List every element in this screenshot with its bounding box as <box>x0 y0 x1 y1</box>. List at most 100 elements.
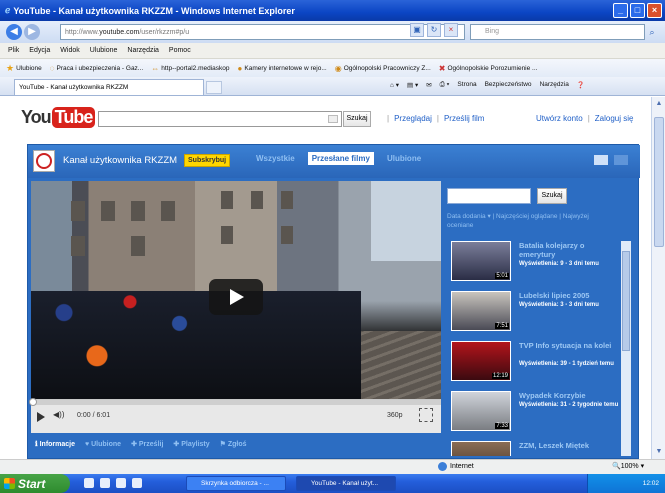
video-list: 5:01 Batalia kolejarzy o emerytury Wyświ… <box>445 241 631 456</box>
video-views: Wyświetlenia: 3 - 3 dni temu <box>519 302 599 308</box>
video-title[interactable]: ZZM, Leszek Miętek <box>519 441 619 450</box>
info-tab[interactable]: ℹ Informacje <box>35 440 75 448</box>
tab-all[interactable]: Wszystkie <box>256 154 295 165</box>
list-item[interactable]: 5:01 Batalia kolejarzy o emerytury Wyświ… <box>451 241 621 286</box>
page-scrollbar-thumb[interactable] <box>654 117 664 247</box>
video-thumbnail[interactable]: 7:33 <box>451 391 511 431</box>
tab-favorites[interactable]: Ulubione <box>387 154 421 165</box>
quicklaunch-icon[interactable] <box>116 478 126 488</box>
command-page[interactable]: Strona <box>457 81 476 89</box>
video-thumbnail[interactable]: 7:51 <box>451 291 511 331</box>
video-title[interactable]: Wypadek Korzybie <box>519 391 619 400</box>
feeds-icon[interactable]: ▤ ▾ <box>407 81 418 89</box>
playlist-action[interactable]: ✚ Playlisty <box>173 440 209 448</box>
menu-help[interactable]: Pomoc <box>169 47 191 54</box>
tab-uploads[interactable]: Przesłane filmy <box>307 152 374 165</box>
video-player[interactable] <box>31 181 441 399</box>
sign-in-link[interactable]: Zaloguj się <box>595 114 634 123</box>
menu-view[interactable]: Widok <box>60 47 79 54</box>
video-actions-bar: ℹ Informacje ♥ Ulubione ✚ Prześlij ✚ Pla… <box>31 433 441 455</box>
channel-header: Kanał użytkownika RKZZM Subskrybuj Wszys… <box>28 145 640 178</box>
list-item[interactable]: ZZM, Leszek Miętek <box>451 441 621 456</box>
search-icon[interactable]: ⌕ <box>645 24 659 40</box>
favorite-item[interactable]: ✖ Ogólnopolskie Porozumienie ... <box>439 64 538 73</box>
channel-search-input[interactable] <box>447 188 531 204</box>
browser-tab[interactable]: YouTube - Kanał użytkownika RKZZM <box>14 79 204 95</box>
favorite-action[interactable]: ♥ Ulubione <box>85 441 121 448</box>
quality-button[interactable]: 360p <box>387 412 403 419</box>
favorite-item[interactable]: ⇔ http--portal2.mediaskop <box>151 64 229 73</box>
command-tools[interactable]: Narzędzia <box>540 81 569 89</box>
search-input[interactable]: Bing <box>470 24 645 40</box>
mail-icon[interactable]: ✉ <box>426 81 431 89</box>
favorite-item[interactable]: ◌ Praca i ubezpieczenia - Gaz... <box>50 64 143 73</box>
yt-search-input[interactable] <box>98 111 342 127</box>
minimize-button[interactable]: _ <box>613 3 628 18</box>
video-thumbnail[interactable]: 5:01 <box>451 241 511 281</box>
create-account-link[interactable]: Utwórz konto <box>536 114 583 123</box>
list-scrollbar[interactable] <box>621 241 631 456</box>
yt-search-button[interactable]: Szukaj <box>343 111 371 127</box>
video-thumbnail[interactable]: 12:19 <box>451 341 511 381</box>
home-icon[interactable]: ⌂ ▾ <box>390 81 399 89</box>
start-button[interactable]: Start <box>0 474 70 493</box>
video-title[interactable]: Lubelski lipiec 2005 <box>519 291 619 300</box>
menu-file[interactable]: Plik <box>8 47 19 54</box>
taskbar-item-inbox[interactable]: Skrzynka odbiorcza - ... <box>186 476 286 491</box>
menu-edit[interactable]: Edycja <box>29 47 50 54</box>
video-thumbnail[interactable] <box>451 441 511 456</box>
refresh-button[interactable]: ↻ <box>427 23 441 37</box>
back-button[interactable]: ◀ <box>6 24 22 40</box>
command-security[interactable]: Bezpieczeństwo <box>485 81 532 89</box>
list-item[interactable]: 7:51 Lubelski lipiec 2005 Wyświetlenia: … <box>451 291 621 336</box>
list-view-icon[interactable] <box>614 155 628 165</box>
address-bar[interactable]: http://www. youtube.com/user/rkzzm#p/u <box>60 24 465 40</box>
favorites-button[interactable]: ★ Ulubione <box>6 63 42 74</box>
list-item[interactable]: 12:19 TVP Info sytuacja na kolei Wyświet… <box>451 341 621 386</box>
video-title[interactable]: TVP Info sytuacja na kolei <box>519 341 619 350</box>
avatar[interactable] <box>33 150 55 172</box>
stop-button[interactable]: × <box>444 23 458 37</box>
close-button[interactable]: × <box>647 3 662 18</box>
taskbar-item-youtube[interactable]: YouTube - Kanał użyt... <box>296 476 396 491</box>
scroll-up-icon[interactable]: ▲ <box>654 99 664 109</box>
help-icon[interactable]: ❓ <box>577 81 585 89</box>
upload-link[interactable]: Prześlij film <box>444 114 484 123</box>
duration-badge: 5:01 <box>495 273 509 279</box>
fullscreen-icon[interactable] <box>419 408 433 422</box>
menu-favorites[interactable]: Ulubione <box>90 47 118 54</box>
youtube-logo[interactable]: You Tube <box>21 107 96 128</box>
forward-button[interactable]: ▶ <box>24 24 40 40</box>
play-button[interactable] <box>209 279 263 315</box>
grid-view-icon[interactable] <box>594 155 608 165</box>
quicklaunch-icon[interactable] <box>100 478 110 488</box>
star-icon: ★ <box>6 62 15 73</box>
volume-icon[interactable]: ◀)) <box>53 410 64 419</box>
list-item[interactable]: 7:33 Wypadek Korzybie Wyświetlenia: 31 -… <box>451 391 621 436</box>
video-title[interactable]: Batalia kolejarzy o emerytury <box>519 241 619 259</box>
progress-handle[interactable] <box>29 398 37 406</box>
compat-view-button[interactable]: ▣ <box>410 23 424 37</box>
flag-action[interactable]: ⚑ Zgłoś <box>220 440 247 448</box>
play-icon[interactable] <box>37 412 45 422</box>
menu-tools[interactable]: Narzędzia <box>127 47 159 54</box>
favorite-item[interactable]: ◉ Ogólnopolski Pracowniczy Z... <box>335 64 431 73</box>
share-action[interactable]: ✚ Prześlij <box>131 440 163 448</box>
browse-link[interactable]: Przeglądaj <box>394 114 432 123</box>
scroll-down-icon[interactable]: ▼ <box>654 447 664 457</box>
duration-badge: 12:19 <box>491 373 509 379</box>
zoom-level[interactable]: 🔍100% ▾ <box>612 462 644 470</box>
list-scrollbar-thumb[interactable] <box>622 251 630 351</box>
quicklaunch-icon[interactable] <box>84 478 94 488</box>
quicklaunch-icon[interactable] <box>132 478 142 488</box>
sort-options[interactable]: Data dodania ▾ | Najczęściej oglądane | … <box>447 212 607 230</box>
maximize-button[interactable]: □ <box>630 3 645 18</box>
new-tab-button[interactable] <box>206 81 222 94</box>
page-scrollbar[interactable]: ▲ ▼ <box>651 97 665 459</box>
favorite-item[interactable]: ● Kamery internetowe w rejo... <box>238 64 327 73</box>
keyboard-icon[interactable] <box>328 115 338 123</box>
channel-search-button[interactable]: Szukaj <box>537 188 567 204</box>
subscribe-button[interactable]: Subskrybuj <box>184 154 231 167</box>
progress-bar[interactable] <box>29 398 441 406</box>
print-icon[interactable]: ⎙ ▾ <box>440 81 450 89</box>
